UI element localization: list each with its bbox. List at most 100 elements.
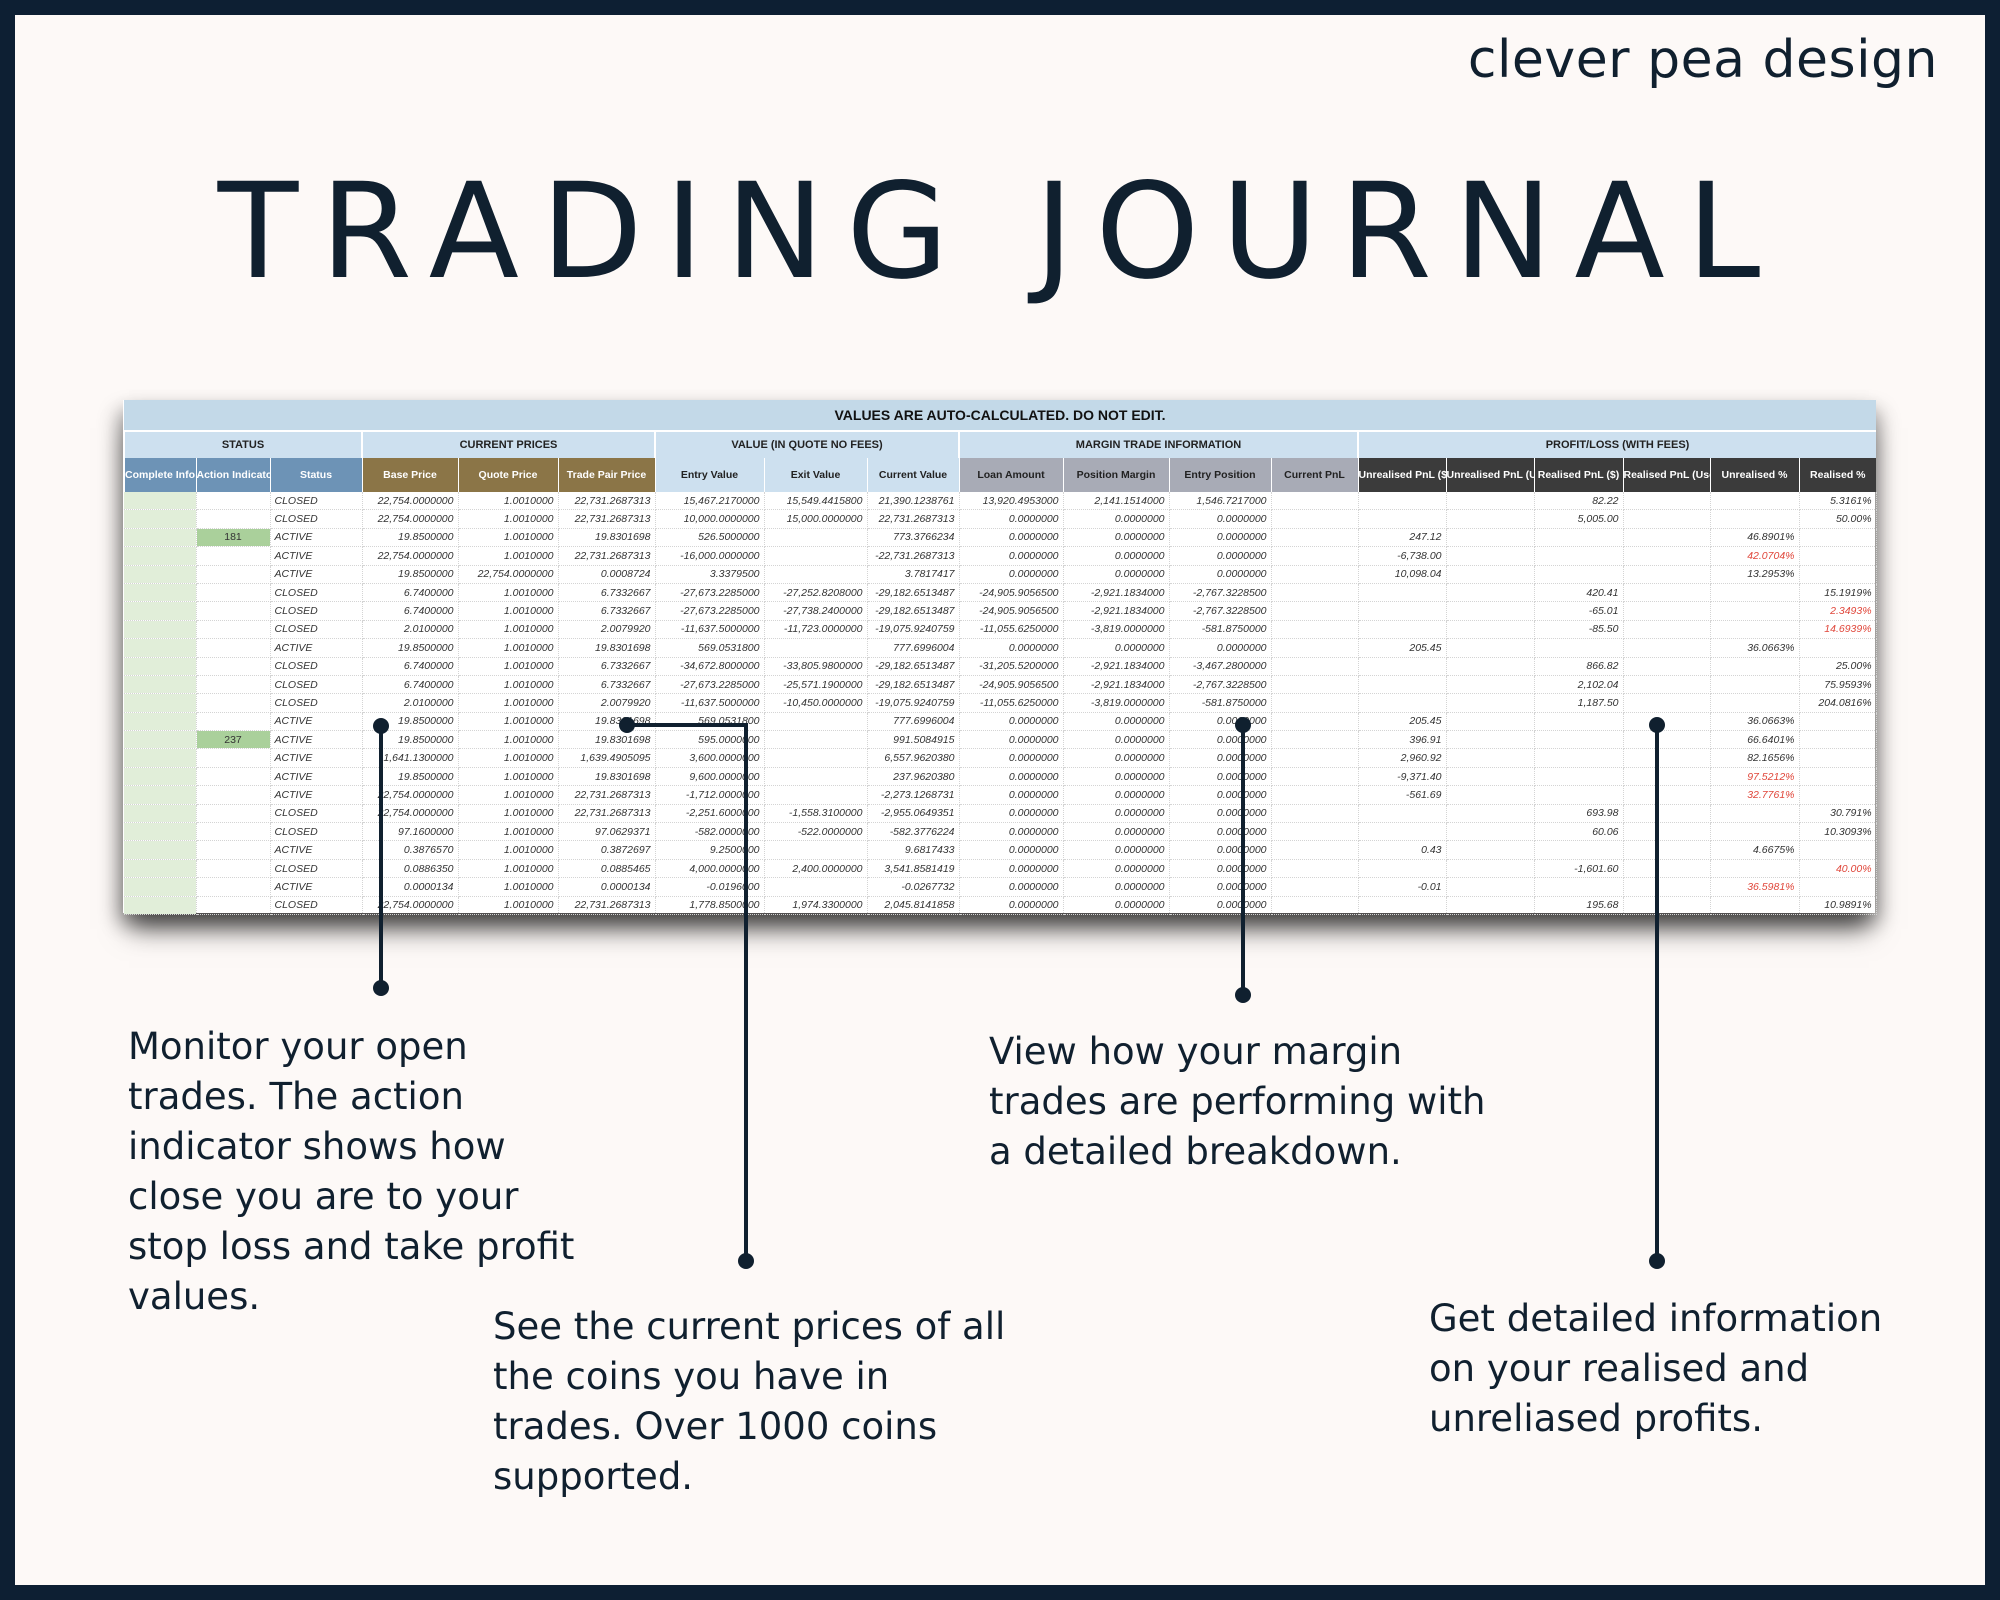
cell-curPnl[interactable] (1271, 748, 1359, 768)
cell-posMargin[interactable]: 0.0000000 (1063, 859, 1170, 879)
cell-status[interactable]: CLOSED (270, 675, 363, 695)
cell-quote[interactable]: 1.0010000 (458, 492, 559, 511)
cell-loan[interactable]: 0.0000000 (959, 896, 1064, 915)
cell-uPnlUser[interactable] (1446, 620, 1535, 640)
cell-curPnl[interactable] (1271, 565, 1359, 584)
cell-posMargin[interactable]: 0.0000000 (1063, 877, 1170, 897)
cell-posMargin[interactable]: 0.0000000 (1063, 546, 1170, 566)
cell-rPnl[interactable]: 195.68 (1534, 896, 1624, 915)
cell-status[interactable]: ACTIVE (270, 638, 363, 658)
complete-info-cell[interactable] (124, 657, 197, 676)
cell-pair[interactable]: 0.0885465 (558, 859, 656, 879)
cell-status[interactable]: ACTIVE (270, 840, 363, 860)
cell-status[interactable]: ACTIVE (270, 767, 363, 787)
cell-pair[interactable]: 19.8301698 (558, 730, 656, 750)
cell-base[interactable]: 22,754.0000000 (362, 896, 459, 915)
cell-rPct[interactable] (1799, 565, 1877, 584)
cell-action[interactable]: 181 (196, 528, 271, 548)
cell-uPct[interactable] (1710, 620, 1800, 640)
cell-current[interactable]: -0.0267732 (867, 877, 960, 897)
cell-action[interactable] (196, 767, 271, 787)
cell-status[interactable]: CLOSED (270, 693, 363, 713)
cell-action[interactable] (196, 859, 271, 879)
cell-status[interactable]: CLOSED (270, 509, 363, 529)
cell-rPnl[interactable]: -65.01 (1534, 601, 1624, 621)
cell-base[interactable]: 97.1600000 (362, 822, 459, 842)
cell-rPnlUser[interactable] (1623, 859, 1711, 879)
cell-uPnl[interactable] (1358, 657, 1447, 676)
complete-info-cell[interactable] (124, 565, 197, 584)
cell-quote[interactable]: 1.0010000 (458, 657, 559, 676)
cell-uPct[interactable]: 36.5981% (1710, 877, 1800, 897)
cell-exit[interactable]: -11,723.0000000 (764, 620, 868, 640)
cell-uPnlUser[interactable] (1446, 785, 1535, 805)
column-header[interactable]: Realised PnL (User Currency) (1622, 458, 1710, 492)
cell-uPnl[interactable]: 247.12 (1358, 528, 1447, 548)
cell-curPnl[interactable] (1271, 601, 1359, 621)
cell-uPnlUser[interactable] (1446, 601, 1535, 621)
cell-quote[interactable]: 1.0010000 (458, 822, 559, 842)
complete-info-cell[interactable] (124, 730, 197, 750)
cell-rPnlUser[interactable] (1623, 748, 1711, 768)
cell-rPnl[interactable]: 5,005.00 (1534, 509, 1624, 529)
cell-loan[interactable]: -11,055.6250000 (959, 620, 1064, 640)
cell-base[interactable]: 0.0000134 (362, 877, 459, 897)
cell-status[interactable]: CLOSED (270, 896, 363, 915)
cell-entry[interactable]: 595.0000000 (655, 730, 765, 750)
cell-quote[interactable]: 1.0010000 (458, 877, 559, 897)
cell-quote[interactable]: 1.0010000 (458, 693, 559, 713)
cell-current[interactable]: 3.7817417 (867, 565, 960, 584)
cell-rPnlUser[interactable] (1623, 785, 1711, 805)
cell-loan[interactable]: -24,905.9056500 (959, 583, 1064, 603)
cell-rPnl[interactable]: -85.50 (1534, 620, 1624, 640)
cell-quote[interactable]: 1.0010000 (458, 748, 559, 768)
cell-curPnl[interactable] (1271, 546, 1359, 566)
cell-status[interactable]: ACTIVE (270, 748, 363, 768)
cell-rPnlUser[interactable] (1623, 896, 1711, 915)
complete-info-cell[interactable] (124, 822, 197, 842)
cell-curPnl[interactable] (1271, 859, 1359, 879)
column-header[interactable]: Unrealised PnL (User Currency) (1445, 458, 1534, 492)
cell-uPct[interactable] (1710, 509, 1800, 529)
cell-rPnlUser[interactable] (1623, 693, 1711, 713)
cell-rPnlUser[interactable] (1623, 583, 1711, 603)
cell-posMargin[interactable]: 2,141.1514000 (1063, 492, 1170, 511)
cell-current[interactable]: 6,557.9620380 (867, 748, 960, 768)
cell-loan[interactable]: 0.0000000 (959, 712, 1064, 732)
cell-quote[interactable]: 1.0010000 (458, 509, 559, 529)
cell-rPnl[interactable]: 420.41 (1534, 583, 1624, 603)
column-header[interactable]: Unrealised PnL ($) (1357, 458, 1446, 492)
column-header[interactable]: Entry Value (654, 458, 764, 492)
cell-entry[interactable]: 3.3379500 (655, 565, 765, 584)
cell-loan[interactable]: -11,055.6250000 (959, 693, 1064, 713)
cell-curPnl[interactable] (1271, 509, 1359, 529)
cell-exit[interactable] (764, 840, 868, 860)
cell-uPnlUser[interactable] (1446, 528, 1535, 548)
cell-base[interactable]: 19.8500000 (362, 712, 459, 732)
cell-pair[interactable]: 6.7332667 (558, 657, 656, 676)
cell-status[interactable]: ACTIVE (270, 565, 363, 584)
column-header[interactable]: Loan Amount (958, 458, 1063, 492)
cell-exit[interactable]: -1,558.3100000 (764, 804, 868, 824)
cell-exit[interactable]: 2,400.0000000 (764, 859, 868, 879)
cell-rPnl[interactable] (1534, 638, 1624, 658)
cell-action[interactable]: 237 (196, 730, 271, 750)
cell-entryPos[interactable]: 0.0000000 (1169, 767, 1272, 787)
column-header[interactable]: Trade Pair Price (557, 458, 655, 492)
cell-entryPos[interactable]: -3,467.2800000 (1169, 657, 1272, 676)
cell-entry[interactable]: -582.0000000 (655, 822, 765, 842)
cell-entryPos[interactable]: -581.8750000 (1169, 620, 1272, 640)
cell-uPnlUser[interactable] (1446, 730, 1535, 750)
cell-rPnlUser[interactable] (1623, 840, 1711, 860)
cell-entryPos[interactable]: -2,767.3228500 (1169, 601, 1272, 621)
cell-rPnl[interactable]: 866.82 (1534, 657, 1624, 676)
cell-uPnl[interactable] (1358, 896, 1447, 915)
cell-loan[interactable]: 0.0000000 (959, 730, 1064, 750)
cell-loan[interactable]: 0.0000000 (959, 638, 1064, 658)
cell-exit[interactable]: 15,549.4415800 (764, 492, 868, 511)
cell-curPnl[interactable] (1271, 840, 1359, 860)
cell-rPct[interactable] (1799, 767, 1877, 787)
cell-pair[interactable]: 2.0079920 (558, 620, 656, 640)
cell-entryPos[interactable]: -2,767.3228500 (1169, 675, 1272, 695)
cell-curPnl[interactable] (1271, 804, 1359, 824)
